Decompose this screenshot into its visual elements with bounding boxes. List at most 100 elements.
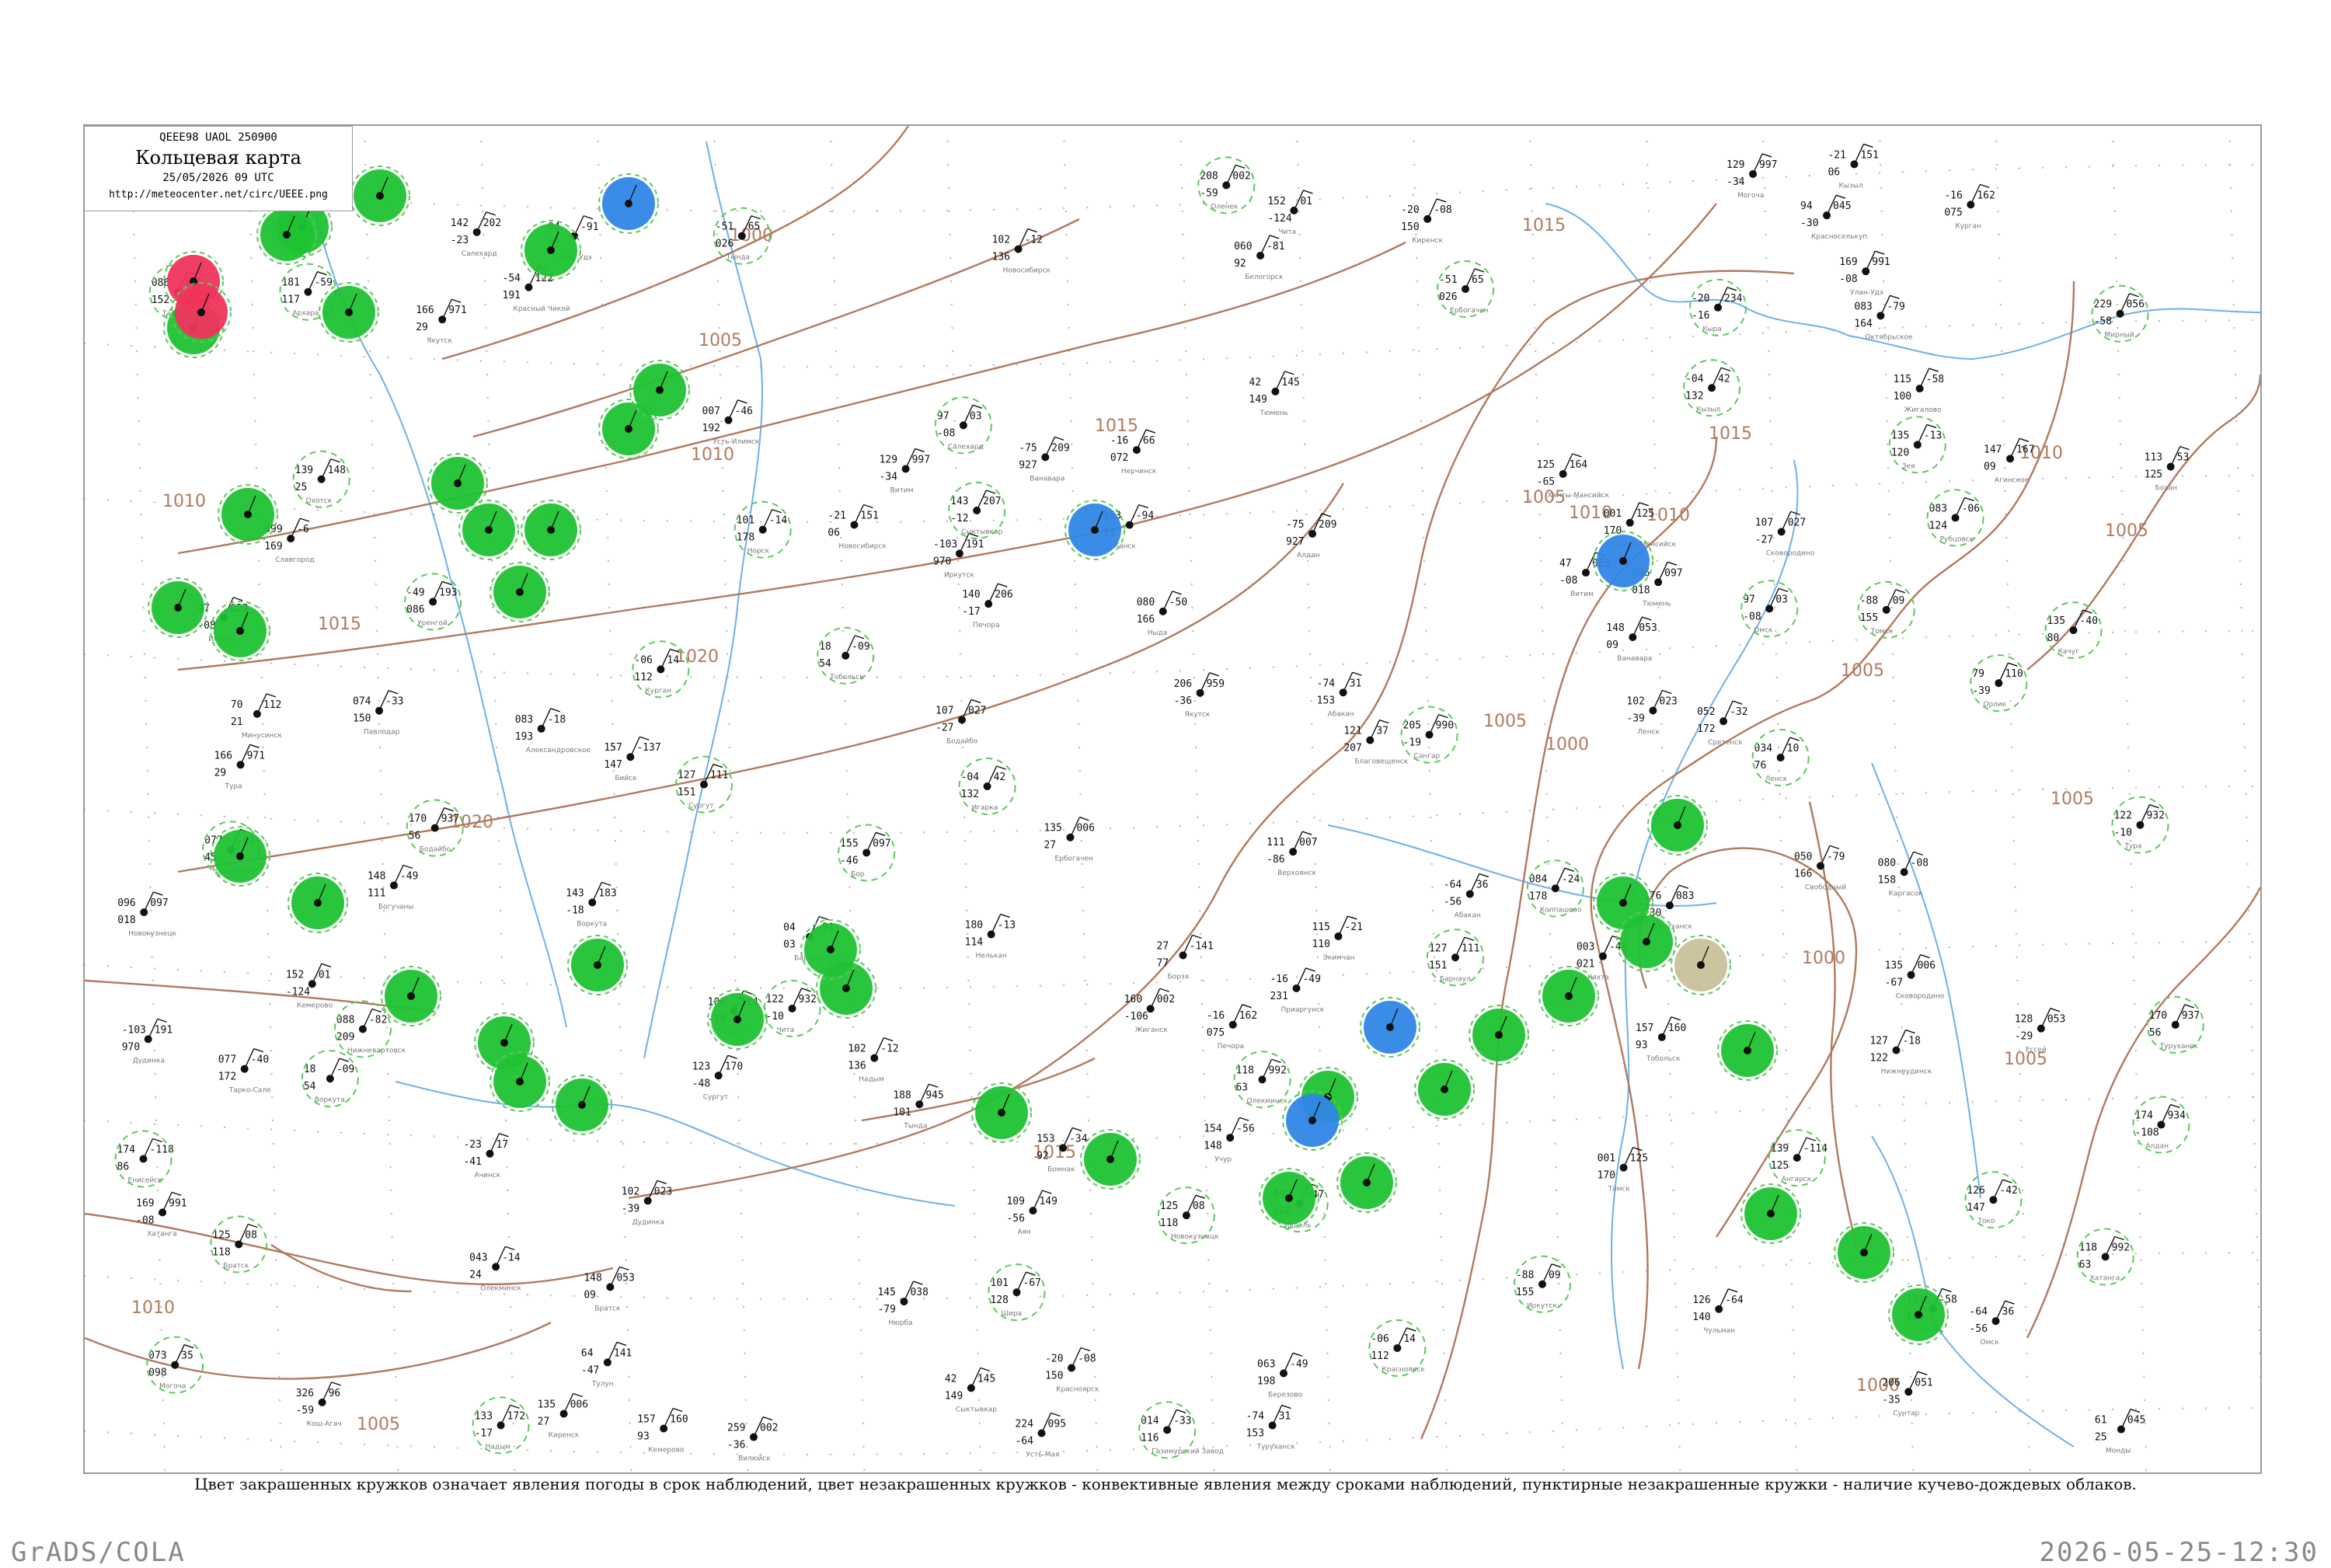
station-plot[interactable]: 096097018Новокузнецк: [117, 892, 176, 938]
station-plot[interactable]: 135-4080Качуг: [2046, 602, 2102, 658]
station-plot[interactable]: 129997-34Витим: [880, 448, 930, 494]
station-plot[interactable]: 043-1424Олекминск: [469, 1246, 521, 1292]
station-plot[interactable]: 083-06124Рубцовск: [1928, 490, 1984, 545]
station-plot[interactable]: 084-24178Колпашево: [1528, 860, 1584, 916]
station-plot[interactable]: 174-11886Енисейск: [116, 1131, 174, 1187]
station-plot[interactable]: 229056-58Мирный: [2092, 286, 2148, 342]
station-plot[interactable]: 123170-48Сургут: [692, 1055, 743, 1101]
station-plot[interactable]: 208002-59Оленек: [1198, 157, 1254, 213]
precip-circle[interactable]: [288, 873, 347, 932]
station-plot[interactable]: 109149-56Аян: [1006, 1190, 1057, 1236]
station-plot[interactable]: 15201-124Кемерово: [286, 963, 333, 1009]
precip-circle[interactable]: [630, 361, 689, 420]
precip-circle[interactable]: [1741, 1184, 1800, 1243]
station-plot[interactable]: -5165026Ербогачен: [1437, 261, 1493, 317]
station-plot[interactable]: 083-18193Александровское: [515, 709, 591, 754]
station-plot[interactable]: -1666072Нерчинск: [1110, 430, 1157, 476]
station-plot[interactable]: 155097-46Бор: [838, 824, 894, 880]
station-plot[interactable]: 143207-12Сыктывкар: [949, 483, 1005, 538]
precip-circle[interactable]: [490, 1052, 549, 1111]
fog-circle[interactable]: [1671, 936, 1730, 995]
station-plot[interactable]: 102-12136Новосибирск: [992, 229, 1051, 275]
station-plot[interactable]: 13500627Ербогачен: [1044, 817, 1094, 863]
station-plot[interactable]: 074-33150Павлодар: [353, 691, 403, 737]
station-plot[interactable]: 107027-27Сковородино: [1755, 511, 1815, 557]
station-plot[interactable]: 139-114125Ангарск: [1769, 1130, 1828, 1186]
station-plot[interactable]: 13914825Охотск: [294, 451, 350, 507]
station-plot[interactable]: -0442132Кызыл: [1684, 360, 1740, 416]
station-plot[interactable]: 15716093Кемерово: [637, 1409, 688, 1455]
snow-circle[interactable]: [1361, 998, 1420, 1057]
station-plot[interactable]: -16-49231Приаргунск: [1270, 968, 1324, 1014]
station-plot[interactable]: 102023-39Дудинка: [622, 1180, 672, 1226]
station-plot[interactable]: -75209927Ванавара: [1019, 437, 1069, 483]
station-plot[interactable]: 32696-59Кош-Агач: [296, 1382, 342, 1428]
station-plot[interactable]: 129997-34Могоча: [1726, 154, 1777, 200]
station-plot[interactable]: 115-21110Экимчан: [1312, 916, 1362, 962]
station-plot[interactable]: 107027-27Бодайбо: [936, 699, 986, 745]
precip-circle[interactable]: [350, 166, 409, 225]
station-plot[interactable]: 16697129Тура: [214, 744, 265, 790]
station-plot[interactable]: 94045-30Красноселькуп: [1800, 195, 1867, 241]
station-plot[interactable]: -16162075Курган: [1944, 184, 1995, 230]
station-plot[interactable]: -49193086Уренгой: [405, 573, 461, 629]
precip-circle[interactable]: [211, 601, 270, 660]
station-plot[interactable]: 102-12136Надым: [848, 1038, 898, 1084]
station-plot[interactable]: -20-08150Красноярск: [1045, 1347, 1099, 1393]
station-plot[interactable]: 135006-67Сковородино: [1885, 955, 1945, 1001]
station-plot[interactable]: 127111151Сургут: [676, 757, 732, 813]
station-plot[interactable]: 11899263Хатанга: [2078, 1228, 2134, 1284]
station-plot[interactable]: 143183-18Воркута: [566, 883, 616, 929]
precip-circle[interactable]: [972, 1083, 1031, 1142]
station-plot[interactable]: 077-40172Тарко-Сале: [218, 1049, 271, 1095]
precip-circle[interactable]: [490, 563, 549, 622]
station-plot[interactable]: 063-49198Березово: [1257, 1353, 1308, 1399]
station-plot[interactable]: 140206-17Печора: [962, 584, 1012, 629]
precip-circle[interactable]: [521, 500, 580, 559]
station-plot[interactable]: 259002-36Вилюйск: [727, 1417, 778, 1463]
station-plot[interactable]: 0341076Ленск: [1753, 730, 1809, 786]
station-plot[interactable]: 122932-10Тура: [2112, 797, 2168, 853]
station-plot[interactable]: 148-49111Богучаны: [368, 865, 418, 911]
station-plot[interactable]: 154-56148Учур: [1204, 1117, 1254, 1163]
station-plot[interactable]: 083-79164Октябрьское: [1854, 295, 1913, 341]
station-plot[interactable]: 080-50166Ныда: [1137, 591, 1187, 637]
station-plot[interactable]: -0614112Курган: [632, 641, 688, 697]
precip-circle[interactable]: [382, 967, 441, 1026]
station-plot[interactable]: 101-14178Норск: [735, 502, 791, 558]
precip-circle[interactable]: [319, 283, 378, 342]
precip-circle[interactable]: [1648, 796, 1707, 855]
station-plot[interactable]: 14805309Ванавара: [1606, 617, 1657, 663]
station-plot[interactable]: 126-42147Токо: [1965, 1172, 2021, 1228]
station-plot[interactable]: 157-137147Бийск: [604, 737, 660, 782]
station-plot[interactable]: 12137207Благовещенск: [1343, 720, 1408, 766]
station-plot[interactable]: 142202-23Салехард: [451, 212, 501, 258]
station-plot[interactable]: 127111151Барнаул: [1427, 929, 1483, 985]
source-url[interactable]: http://meteocenter.net/circ/UEEE.png: [85, 189, 352, 200]
station-plot[interactable]: 15716093Тобольск: [1636, 1017, 1686, 1063]
precip-circle[interactable]: [1081, 1130, 1140, 1189]
station-plot[interactable]: -75209927Алдан: [1286, 514, 1336, 559]
station-plot[interactable]: 42145149Тюмень: [1249, 371, 1299, 417]
station-plot[interactable]: 18-0954Тобольск: [817, 628, 873, 684]
station-plot[interactable]: -20234-16Кыра: [1690, 280, 1746, 336]
station-plot[interactable]: 206959-36Якутск: [1174, 673, 1225, 719]
weather-map[interactable]: 1000 1005 1010 1015 1020 1005 1010 1015 …: [85, 126, 2260, 1472]
snow-circle[interactable]: [599, 174, 658, 233]
station-plot[interactable]: -7431153Абакан: [1317, 672, 1362, 718]
station-plot[interactable]: 15201-124Чита: [1267, 190, 1312, 236]
station-plot[interactable]: 126-64140Чульман: [1692, 1289, 1744, 1335]
station-plot[interactable]: -2317-41Ачинск: [463, 1134, 508, 1179]
station-plot[interactable]: 111007-86Верхоянск: [1267, 831, 1317, 877]
station-plot[interactable]: 11353125Бохан: [2145, 447, 2190, 493]
station-plot[interactable]: 16697129Якутск: [416, 299, 466, 345]
station-plot[interactable]: 180-13114Нелькан: [965, 915, 1016, 960]
station-plot[interactable]: 127-18122Нижнеудинск: [1869, 1030, 1932, 1076]
precip-circle[interactable]: [1469, 1005, 1528, 1064]
precip-circle[interactable]: [521, 221, 580, 280]
station-plot[interactable]: 101-67128Шира: [989, 1264, 1045, 1320]
station-plot[interactable]: 14805309Братск: [584, 1267, 634, 1312]
station-plot[interactable]: -103191970Дудинка: [122, 1019, 172, 1064]
station-plot[interactable]: -7431153Туруханск: [1246, 1406, 1296, 1451]
station-plot[interactable]: -6436-56Омск: [1970, 1301, 2015, 1347]
